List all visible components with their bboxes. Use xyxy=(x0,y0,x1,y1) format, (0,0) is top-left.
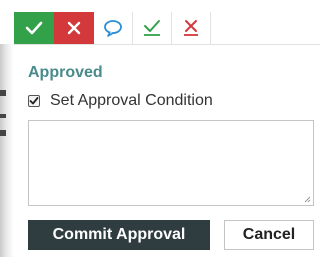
approval-condition-label: Set Approval Condition xyxy=(50,92,213,109)
approval-condition-option[interactable]: Set Approval Condition xyxy=(28,92,213,110)
comment-bubble-icon xyxy=(104,20,122,37)
commit-approval-button[interactable]: Commit Approval xyxy=(28,220,210,250)
reject-underlined-x-icon xyxy=(184,20,198,36)
comment-button[interactable] xyxy=(94,12,133,44)
cancel-button[interactable]: Cancel xyxy=(224,220,314,250)
checkmark-icon xyxy=(25,21,43,35)
approval-form: Approved Set Approval Condition Commit A… xyxy=(14,44,320,257)
approval-condition-textarea[interactable] xyxy=(28,120,314,206)
decline-button[interactable] xyxy=(172,12,211,44)
approval-condition-checkbox[interactable] xyxy=(28,95,40,107)
reject-button[interactable] xyxy=(54,12,94,44)
x-icon xyxy=(67,21,81,35)
checkbox-check-icon xyxy=(29,97,39,105)
approve-button[interactable] xyxy=(14,12,54,44)
accept-underlined-check-icon xyxy=(144,20,160,36)
approval-toolbar xyxy=(14,12,320,45)
accept-button[interactable] xyxy=(133,12,172,44)
resize-grip-icon[interactable] xyxy=(304,196,311,203)
background-page-edge xyxy=(0,44,14,257)
approval-popover: Approved Set Approval Condition Commit A… xyxy=(0,0,320,257)
approval-status-heading: Approved xyxy=(28,64,103,81)
